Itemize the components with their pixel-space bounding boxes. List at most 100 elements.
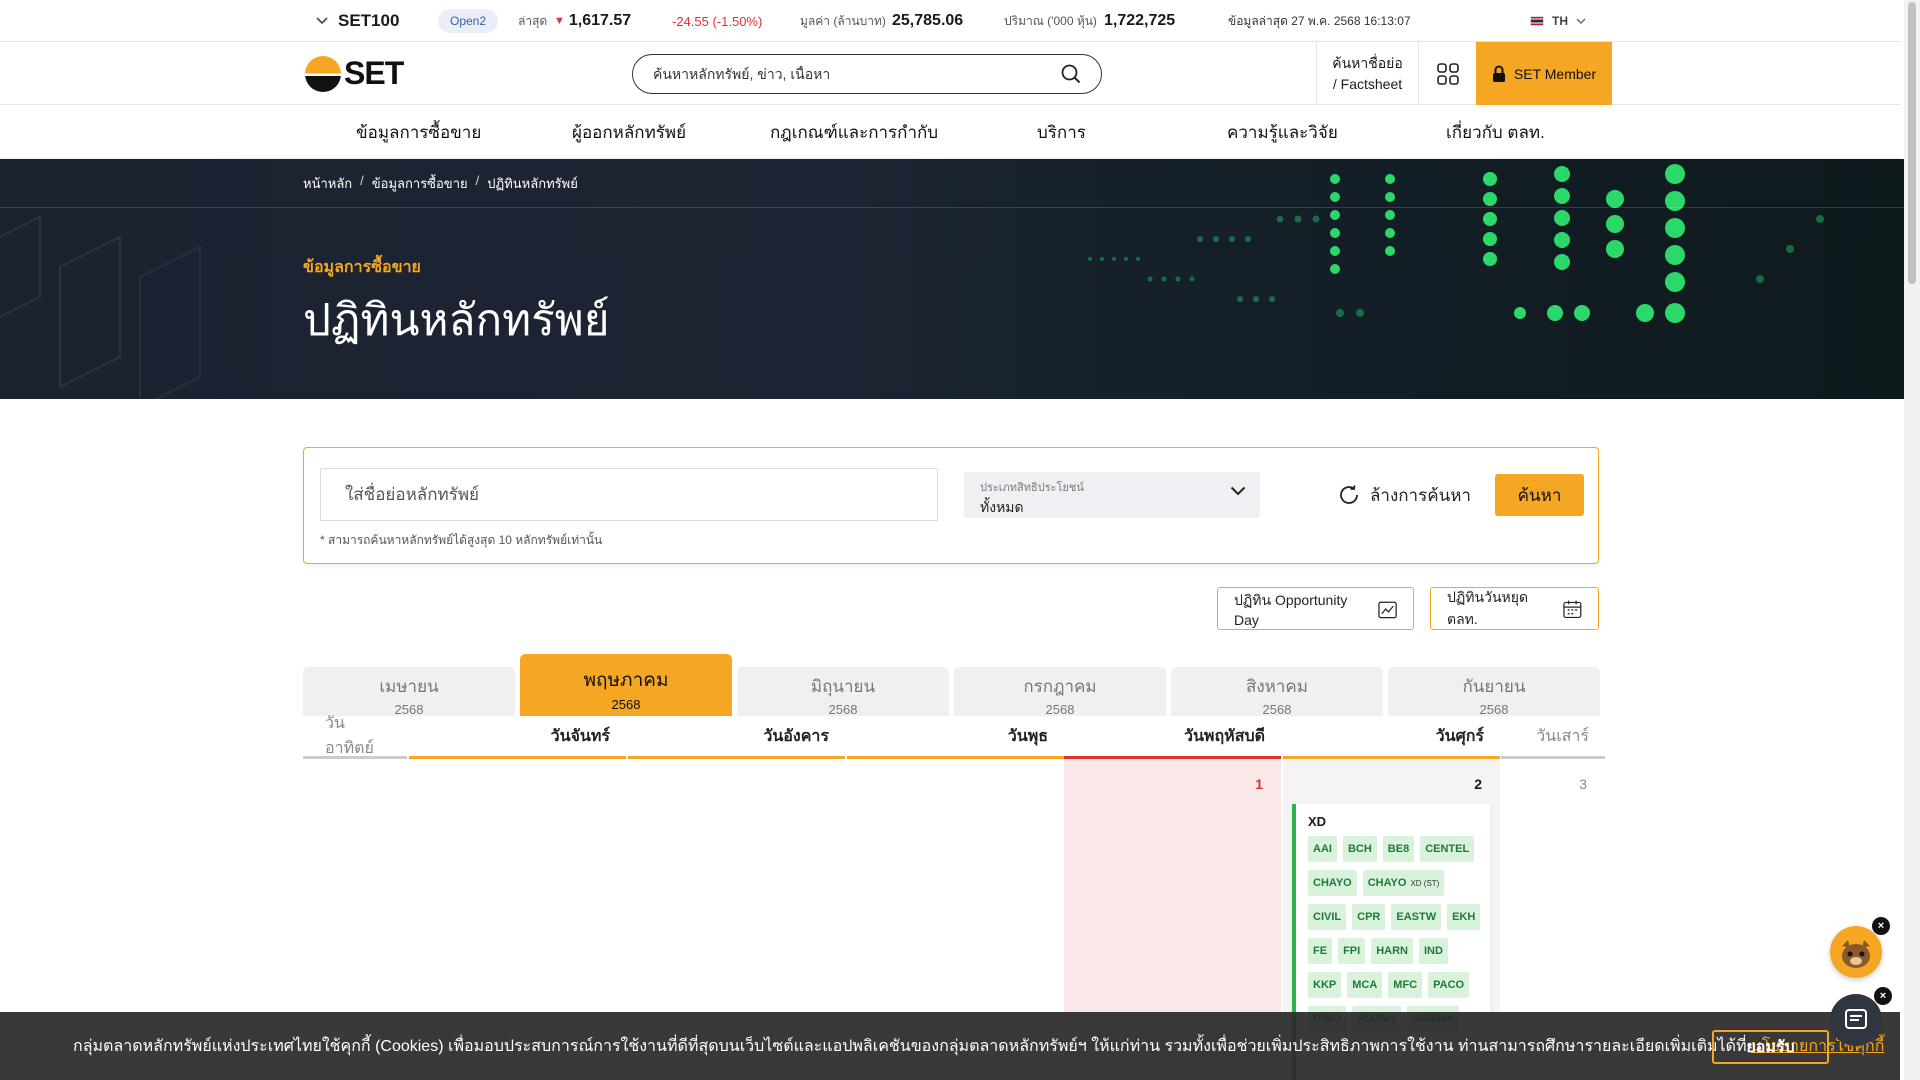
nav-item-services[interactable]: บริการ bbox=[1037, 106, 1086, 159]
symbol-chip[interactable]: FE bbox=[1308, 938, 1333, 964]
holiday-calendar-button[interactable]: ปฏิทินวันหยุด ตลท. bbox=[1430, 587, 1599, 630]
benefit-type-label: ประเภทสิทธิประโยชน์ bbox=[980, 482, 1084, 494]
event-type-label: XD bbox=[1308, 814, 1327, 829]
chevron-down-icon bbox=[1230, 486, 1246, 496]
search-button[interactable]: ค้นหา bbox=[1495, 474, 1584, 516]
index-dropdown-chevron-icon[interactable] bbox=[316, 0, 328, 42]
month-name: พฤษภาคม bbox=[583, 670, 669, 691]
month-tab-june[interactable]: มิถุนายน 2568 bbox=[737, 667, 949, 717]
month-year: 2568 bbox=[1262, 702, 1292, 717]
index-selector[interactable]: SET100 bbox=[338, 0, 399, 42]
symbol-chip[interactable]: FPI bbox=[1338, 938, 1366, 964]
month-tab-may[interactable]: พฤษภาคม 2568 bbox=[520, 654, 732, 716]
weekday-sunday: วันอาทิตย์ bbox=[303, 715, 407, 759]
chart-calendar-icon bbox=[1378, 601, 1397, 618]
last-value: ▼ 1,617.57 bbox=[554, 0, 631, 42]
clear-search-label: ล้างการค้นหา bbox=[1370, 485, 1471, 505]
symbol-chip[interactable]: CENTEL bbox=[1420, 836, 1475, 862]
search-icon[interactable] bbox=[1061, 64, 1081, 84]
set-member-button[interactable]: SET Member bbox=[1476, 42, 1612, 105]
calendar-icon bbox=[1563, 600, 1582, 618]
symbol-chip[interactable]: HARN bbox=[1371, 938, 1413, 964]
last-updated: ข้อมูลล่าสุด 27 พ.ค. 2568 16:13:07 bbox=[1228, 13, 1411, 28]
benefit-type-value: ทั้งหมด bbox=[980, 499, 1024, 515]
symbol-chip[interactable]: EKH bbox=[1447, 904, 1481, 930]
breadcrumb-trading-info[interactable]: ข้อมูลการซื้อขาย bbox=[372, 173, 468, 194]
set-logo[interactable]: SET bbox=[305, 55, 404, 92]
page-title: ปฏิทินหลักทรัพย์ bbox=[303, 296, 610, 345]
close-chat-icon[interactable]: × bbox=[1874, 987, 1892, 1005]
symbol-chip[interactable]: BE8 bbox=[1382, 836, 1415, 862]
breadcrumb: หน้าหลัก / ข้อมูลการซื้อขาย / ปฏิทินหลัก… bbox=[303, 173, 578, 194]
mascot-assistant-button[interactable] bbox=[1830, 926, 1882, 978]
opportunity-day-button[interactable]: ปฏิทิน Opportunity Day bbox=[1217, 587, 1414, 630]
logo-mark-icon bbox=[305, 55, 341, 92]
weekday-thursday: วันพฤหัสบดี bbox=[1064, 716, 1281, 759]
session-badge: Open2 bbox=[438, 9, 499, 33]
quick-search-line2: / Factsheet bbox=[1332, 75, 1403, 92]
symbol-chip-special[interactable]: CHAYO XD (ST) bbox=[1362, 870, 1445, 896]
symbol-chip[interactable]: IND bbox=[1418, 938, 1448, 964]
month-year: 2568 bbox=[1045, 702, 1075, 717]
month-tab-september[interactable]: กันยายน 2568 bbox=[1388, 667, 1600, 717]
index-change: -24.55 (-1.50%) bbox=[672, 13, 763, 29]
cookie-message: กลุ่มตลาดหลักทรัพย์แห่งประเทศไทยใช้คุกกี… bbox=[73, 1034, 1884, 1059]
nav-item-about[interactable]: เกี่ยวกับ ตลท. bbox=[1446, 106, 1545, 159]
symbol-chip[interactable]: CIVIL bbox=[1308, 904, 1347, 930]
symbol-chip[interactable]: AAI bbox=[1308, 836, 1337, 862]
symbol-search-input[interactable] bbox=[320, 468, 938, 521]
page-scrollbar[interactable] bbox=[1904, 0, 1920, 1080]
scrollbar-thumb[interactable] bbox=[1908, 2, 1916, 284]
trade-value: 25,785.06 bbox=[892, 12, 964, 29]
day-number: 2 bbox=[1474, 776, 1482, 792]
refresh-icon bbox=[1340, 485, 1358, 504]
benefit-type-select[interactable]: ประเภทสิทธิประโยชน์ ทั้งหมด bbox=[964, 472, 1260, 518]
symbol-chip[interactable]: MCA bbox=[1347, 972, 1383, 998]
breadcrumb-separator: / bbox=[475, 173, 480, 188]
nav-item-knowledge[interactable]: ความรู้และวิจัย bbox=[1227, 106, 1338, 159]
month-tab-april[interactable]: เมษายน 2568 bbox=[303, 667, 515, 717]
main-nav: ข้อมูลการซื้อขาย ผู้ออกหลักทรัพย์ กฎเกณฑ… bbox=[0, 106, 1900, 159]
symbol-chip[interactable]: BCH bbox=[1342, 836, 1377, 862]
month-name: กรกฎาคม bbox=[1023, 677, 1097, 696]
global-search-input[interactable] bbox=[653, 66, 1061, 82]
clear-search-button[interactable]: ล้างการค้นหา bbox=[1338, 472, 1471, 518]
logo-text: SET bbox=[344, 55, 404, 91]
hero-banner: หน้าหลัก / ข้อมูลการซื้อขาย / ปฏิทินหลัก… bbox=[0, 159, 1904, 399]
symbol-chip[interactable]: KKP bbox=[1308, 972, 1342, 998]
lock-icon bbox=[1492, 65, 1505, 82]
quick-search-factsheet[interactable]: ค้นหาชื่อย่อ / Factsheet bbox=[1316, 42, 1418, 105]
weekday-monday: วันจันทร์ bbox=[409, 716, 626, 759]
month-year: 2568 bbox=[1479, 702, 1509, 717]
nav-item-issuers[interactable]: ผู้ออกหลักทรัพย์ bbox=[572, 106, 686, 159]
apps-menu-button[interactable] bbox=[1418, 42, 1476, 105]
breadcrumb-home[interactable]: หน้าหลัก bbox=[303, 173, 352, 194]
symbol-chip[interactable]: CPR bbox=[1352, 904, 1386, 930]
symbol-chip[interactable]: MFC bbox=[1388, 972, 1423, 998]
symbol-chip[interactable]: PACO bbox=[1428, 972, 1470, 998]
symbol-chip[interactable]: EASTW bbox=[1391, 904, 1442, 930]
month-tab-july[interactable]: กรกฎาคม 2568 bbox=[954, 667, 1166, 717]
accept-cookies-button[interactable]: ยอมรับ bbox=[1712, 1030, 1829, 1064]
page-section-label: ข้อมูลการซื้อขาย bbox=[303, 259, 421, 276]
led-display-graphic bbox=[1088, 164, 1824, 323]
hero-divider bbox=[0, 207, 1904, 208]
month-year: 2568 bbox=[828, 702, 858, 717]
apps-grid-icon bbox=[1436, 62, 1459, 85]
month-name: สิงหาคม bbox=[1245, 677, 1308, 696]
ticker-bar: SET100 Open2 ล่าสุด ▼ 1,617.57 -24.55 (-… bbox=[0, 0, 1900, 42]
nav-item-trading-info[interactable]: ข้อมูลการซื้อขาย bbox=[356, 106, 481, 159]
month-tab-august[interactable]: สิงหาคม 2568 bbox=[1171, 667, 1383, 717]
global-search[interactable] bbox=[632, 54, 1102, 94]
chat-widget-button[interactable] bbox=[1830, 994, 1882, 1046]
close-mascot-icon[interactable]: × bbox=[1872, 917, 1890, 935]
symbol-chip[interactable]: CHAYO bbox=[1308, 870, 1357, 896]
quick-search-line1: ค้นหาชื่อย่อ bbox=[1332, 54, 1403, 71]
nav-item-rules[interactable]: กฎเกณฑ์และการกำกับ bbox=[770, 106, 938, 159]
cookie-text: กลุ่มตลาดหลักทรัพย์แห่งประเทศไทยใช้คุกกี… bbox=[73, 1038, 1751, 1055]
symbol-chip-text: CHAYO bbox=[1367, 877, 1407, 889]
last-value-text: 1,617.57 bbox=[568, 12, 632, 29]
trade-volume: 1,722,725 bbox=[1104, 12, 1176, 29]
language-selector[interactable]: TH bbox=[1530, 0, 1586, 42]
thai-flag-icon bbox=[1530, 16, 1544, 26]
